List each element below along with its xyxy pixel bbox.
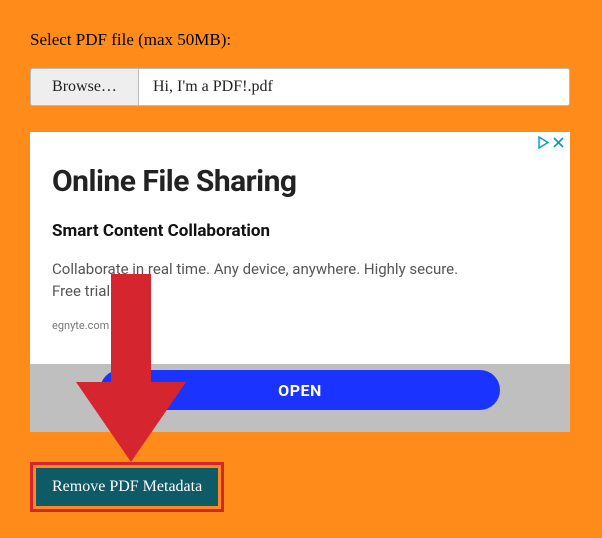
ad-desc-line2: Free trial!: [52, 282, 114, 300]
ad-content: Online File Sharing Smart Content Collab…: [30, 132, 570, 364]
close-icon[interactable]: [553, 137, 564, 148]
ad-title: Online File Sharing: [52, 164, 548, 199]
browse-button[interactable]: Browse…: [31, 69, 139, 105]
file-select-label: Select PDF file (max 50MB):: [30, 30, 572, 50]
action-highlight-box: Remove PDF Metadata: [30, 462, 224, 512]
remove-metadata-button[interactable]: Remove PDF Metadata: [36, 468, 218, 506]
ad-desc-line1: Collaborate in real time. Any device, an…: [52, 260, 458, 278]
adchoices-controls: [537, 136, 564, 149]
ad-container: Online File Sharing Smart Content Collab…: [30, 132, 570, 432]
ad-domain: egnyte.com: [52, 319, 548, 332]
ad-open-button[interactable]: OPEN: [100, 370, 500, 410]
file-input-row: Browse…: [30, 68, 570, 106]
adchoices-icon[interactable]: [537, 136, 550, 149]
ad-description: Collaborate in real time. Any device, an…: [52, 259, 548, 303]
ad-subtitle: Smart Content Collaboration: [52, 221, 548, 241]
selected-filename-input[interactable]: [139, 69, 569, 105]
